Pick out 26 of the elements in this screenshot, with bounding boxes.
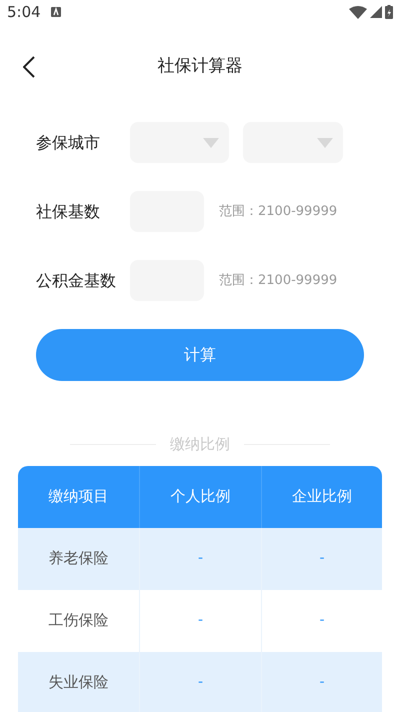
table-cell-text: - [198,673,204,692]
table-cell-text: - [319,549,325,568]
battery-icon [385,5,393,19]
table-cell-text: - [198,549,204,568]
table-cell-text: - [319,673,325,692]
dropdown[interactable] [130,122,229,163]
notification-icon [50,7,61,17]
status-time: 5:04 [7,2,41,23]
signal-icon [370,6,382,18]
column-header: 缴纳项目 [48,486,110,508]
wifi-icon [349,6,367,18]
calculate-button[interactable]: 计算 [36,329,364,381]
range-hint: 范围：2100-99999 [219,202,338,221]
table-cell-text: 失业保险 [48,672,108,694]
caret-icon [203,138,219,148]
caret-icon [317,138,333,148]
field-label: 公积金基数 [36,270,117,292]
page-title: 社保计算器 [158,55,242,78]
dropdown[interactable] [243,122,343,163]
table-cell-text: - [198,611,204,630]
table-cell-text: 工伤保险 [48,610,108,632]
table-cell-text: - [319,611,325,630]
table-cell-text: 养老保险 [48,548,108,570]
range-hint: 范围：2100-99999 [219,272,338,290]
field-label: 参保城市 [36,132,101,154]
field-label: 社保基数 [36,200,101,222]
